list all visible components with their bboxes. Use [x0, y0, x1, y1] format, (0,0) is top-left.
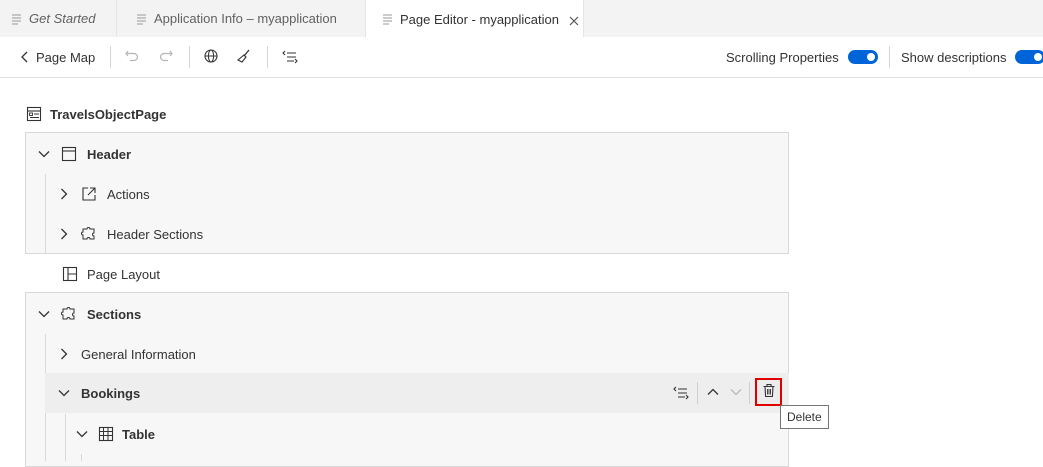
- tree-item-page-layout[interactable]: Page Layout: [62, 254, 160, 294]
- delete-button[interactable]: [755, 378, 782, 406]
- add-list-icon: [281, 48, 299, 67]
- tree-item-sections[interactable]: Sections: [37, 294, 141, 334]
- tree-item-label: Sections: [87, 306, 142, 322]
- toolbar-divider: [110, 46, 111, 68]
- tab-get-started[interactable]: Get Started: [0, 0, 117, 37]
- tree-item-bookings[interactable]: Bookings: [57, 373, 140, 413]
- tab-page-editor[interactable]: Page Editor - myapplication: [366, 0, 584, 38]
- chevron-right-icon: [57, 227, 71, 241]
- move-down-button[interactable]: [729, 373, 743, 413]
- root-label: TravelsObjectPage: [50, 106, 167, 122]
- add-button[interactable]: [281, 37, 299, 77]
- file-lines-icon: [11, 13, 23, 25]
- layout-grid-icon: [62, 266, 78, 282]
- chevron-left-icon: [19, 50, 31, 64]
- page-map-button[interactable]: Page Map: [19, 37, 95, 77]
- redo-icon: [158, 48, 174, 67]
- tree-item-general-information[interactable]: General Information: [57, 334, 196, 374]
- tree-item-label: Bookings: [81, 385, 141, 401]
- table-icon: [98, 426, 114, 442]
- show-descriptions-label: Show descriptions: [901, 49, 1007, 65]
- tree-guide-line: [81, 454, 82, 461]
- tree-guide-line: [65, 414, 66, 461]
- row-action-divider: [697, 382, 698, 404]
- chevron-right-icon: [57, 187, 71, 201]
- scrolling-properties-label: Scrolling Properties: [726, 49, 839, 65]
- tree-item-header[interactable]: Header: [37, 134, 131, 174]
- chevron-right-icon: [57, 347, 71, 361]
- header-layout-icon: [61, 146, 77, 162]
- tree-root: TravelsObjectPage: [26, 104, 166, 124]
- tree-item-label: Actions: [107, 186, 150, 202]
- scrolling-properties-toggle[interactable]: [848, 37, 878, 77]
- tab-label: Application Info – myapplication: [154, 11, 337, 26]
- chevron-down-icon: [37, 307, 51, 321]
- tree-item-table[interactable]: Table: [75, 414, 155, 454]
- tree-item-label: Header: [87, 146, 132, 162]
- toolbar-divider: [189, 46, 190, 68]
- page-map-label: Page Map: [36, 49, 96, 65]
- clean-button[interactable]: [236, 37, 252, 77]
- row-action-divider: [749, 382, 750, 404]
- tab-label: Get Started: [29, 11, 96, 26]
- trash-icon: [762, 383, 776, 401]
- object-page-icon: [26, 106, 42, 122]
- globe-icon: [203, 48, 219, 67]
- chevron-up-icon: [706, 385, 720, 402]
- chevron-down-icon: [57, 386, 71, 400]
- chevron-down-icon: [729, 385, 743, 402]
- move-up-button[interactable]: [706, 373, 720, 413]
- tree-guide-line: [45, 174, 46, 254]
- tab-application-info[interactable]: Application Info – myapplication: [117, 0, 366, 37]
- show-descriptions-toggle[interactable]: [1015, 37, 1043, 77]
- tree-item-header-sections[interactable]: Header Sections: [57, 214, 203, 254]
- redo-button[interactable]: [158, 37, 174, 77]
- undo-button[interactable]: [124, 37, 140, 77]
- tree-item-label: Table: [122, 426, 155, 442]
- external-link-icon: [81, 186, 97, 202]
- broom-icon: [236, 48, 252, 67]
- toolbar-divider: [267, 46, 268, 68]
- tree-item-label: General Information: [81, 346, 196, 362]
- tree-item-label: Page Layout: [87, 266, 161, 282]
- close-icon[interactable]: [569, 14, 579, 26]
- file-lines-icon: [136, 13, 148, 25]
- editor-tab-bar: Get Started Application Info – myapplica…: [0, 0, 1043, 38]
- delete-tooltip: Delete: [780, 405, 829, 429]
- bookings-add-button[interactable]: [672, 373, 690, 413]
- puzzle-icon: [61, 306, 77, 322]
- tree-item-label: Header Sections: [107, 226, 204, 242]
- toggle-switch: [848, 50, 878, 64]
- chevron-down-icon: [75, 427, 89, 441]
- globe-button[interactable]: [203, 37, 219, 77]
- tree-item-actions[interactable]: Actions: [57, 174, 150, 214]
- chevron-down-icon: [37, 147, 51, 161]
- toggle-switch: [1015, 50, 1043, 64]
- tab-label: Page Editor - myapplication: [400, 11, 559, 27]
- toolbar-divider: [889, 46, 890, 68]
- add-list-icon: [672, 384, 690, 403]
- undo-icon: [124, 48, 140, 67]
- file-lines-icon: [382, 13, 394, 25]
- page-editor-toolbar: Page Map Scrolling Properties Show descr…: [0, 37, 1043, 78]
- puzzle-icon: [81, 226, 97, 242]
